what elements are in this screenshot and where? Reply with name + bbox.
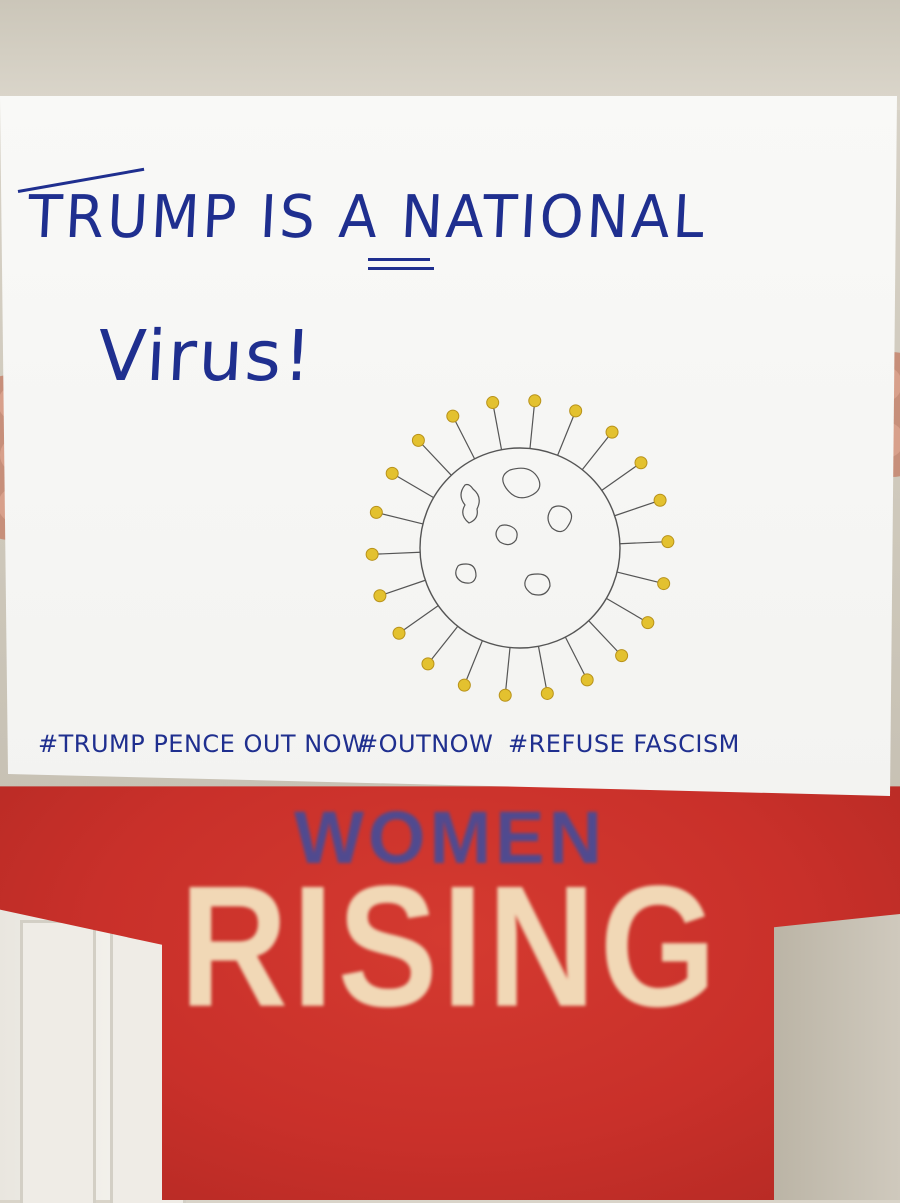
virus-spike-tip — [421, 657, 435, 671]
virus-spike — [427, 625, 459, 665]
is-underline — [368, 267, 434, 270]
virus-spike — [463, 640, 483, 686]
virus-spike — [601, 462, 642, 491]
virus-body — [419, 447, 621, 649]
virus-spike — [379, 579, 426, 597]
virus-spike — [372, 551, 421, 555]
virus-spike — [581, 431, 613, 471]
background-wall — [0, 0, 900, 110]
virus-spike — [614, 499, 661, 517]
virus-spike-tip — [369, 505, 383, 519]
virus-spike-tip — [569, 404, 583, 418]
virus-spike-tip — [365, 547, 379, 561]
virus-spike-tip — [411, 433, 425, 447]
virus-spike-tip — [580, 673, 594, 687]
virus-spike — [398, 605, 439, 634]
virus-spike — [557, 410, 577, 456]
virus-spike — [504, 647, 511, 696]
virus-drawing-icon — [365, 394, 675, 702]
sign-title-line2: Virus! — [95, 315, 316, 397]
virus-blobs — [455, 467, 573, 596]
virus-spike-tip — [641, 616, 655, 630]
virus-spike — [492, 402, 503, 450]
virus-spike — [616, 571, 664, 585]
virus-spike-tip — [498, 688, 512, 702]
virus-spike-tip — [486, 396, 500, 410]
virus-spike-tip — [446, 409, 460, 423]
hashtag-refusefascism: #REFUSE FASCISM — [508, 730, 740, 758]
virus-spike-tip — [373, 589, 387, 603]
virus-spike-tip — [661, 535, 675, 549]
virus-spike-tip — [653, 493, 667, 507]
virus-spike — [588, 620, 623, 657]
virus-spike-tip — [457, 678, 471, 692]
sign-title-line1: TRUMP IS A NATIONAL — [26, 183, 709, 252]
virus-spike-tip — [634, 456, 648, 470]
virus-spike-tip — [392, 626, 406, 640]
virus-spike-tip — [385, 466, 399, 480]
virus-spike — [606, 597, 649, 624]
virus-spike-tip — [528, 394, 542, 408]
hashtag-outnow: #OUTNOW — [358, 730, 494, 758]
virus-spike-tip — [657, 577, 671, 591]
virus-spike — [529, 400, 536, 449]
virus-spike — [452, 415, 476, 460]
hashtag-trumppence: #TRUMP PENCE OUT NOW — [38, 730, 367, 758]
virus-spike — [564, 636, 588, 681]
virus-spike — [619, 541, 668, 545]
virus-spike — [376, 511, 424, 525]
virus-spike — [391, 472, 434, 499]
virus-spike — [417, 439, 452, 476]
is-underline — [368, 258, 430, 261]
virus-spike-tip — [540, 686, 554, 700]
virus-spike-tip — [605, 425, 619, 439]
virus-spike — [537, 646, 548, 694]
shirt-text-rising: RISING — [179, 849, 721, 1043]
virus-spike-tip — [615, 649, 629, 663]
